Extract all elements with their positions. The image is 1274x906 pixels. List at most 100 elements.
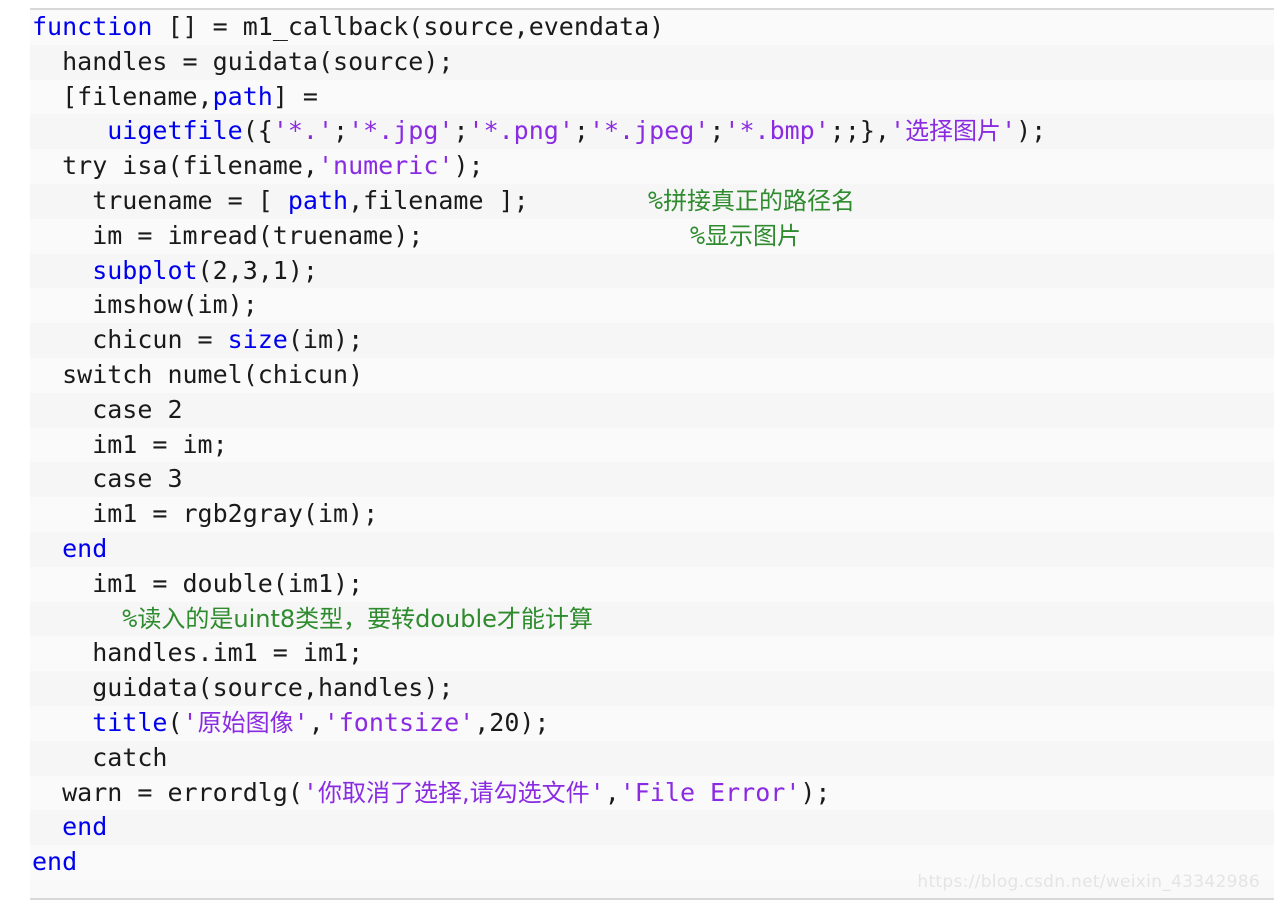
code-token-plain: (2,3,1); xyxy=(197,255,318,285)
code-line-text: case 2 xyxy=(32,394,183,424)
code-line-text: end xyxy=(32,847,77,876)
code-token-str: 'File Error' xyxy=(619,777,801,807)
code-line-text: handles = guidata(source); xyxy=(32,47,453,76)
code-line-text: subplot(2,3,1); xyxy=(32,256,318,285)
code-token-plain: ;;}, xyxy=(829,116,890,146)
comment-marker: % xyxy=(690,220,706,250)
code-line-text: warn = errordlg('你取消了选择,请勾选文件','File Err… xyxy=(32,778,830,807)
code-line-text: im1 = double(im1); xyxy=(32,569,363,598)
code-token-str-cjk: 原始图像 xyxy=(197,708,294,737)
code-token-plain: im1 = rgb2gray(im); xyxy=(92,499,379,529)
code-token-plain: chicun = xyxy=(92,325,228,355)
code-line: function [] = m1_callback(source,evendat… xyxy=(30,10,1274,45)
code-token-cmt: % xyxy=(122,603,138,633)
code-line: handles = guidata(source); xyxy=(30,44,1274,80)
code-line-text: case 3 xyxy=(32,464,183,494)
code-token-plain: switch numel(chicun) xyxy=(62,359,364,389)
code-token-plain: handles = guidata(source); xyxy=(62,46,454,76)
code-token-plain: (im); xyxy=(287,325,364,355)
code-line: chicun = size(im); xyxy=(30,323,1274,358)
code-token-plain: ; xyxy=(333,116,349,146)
code-token-str: '*.png' xyxy=(468,116,574,146)
code-line-text: imshow(im); xyxy=(32,290,258,319)
bottom-rule xyxy=(30,898,1274,900)
code-line: end xyxy=(30,810,1274,846)
code-line: title('原始图像','fontsize',20); xyxy=(30,705,1274,741)
code-token-plain: ,filename ]; xyxy=(348,185,529,215)
code-token-str: ' xyxy=(589,777,605,807)
code-token-str: '*.' xyxy=(272,116,334,146)
code-line: warn = errordlg('你取消了选择,请勾选文件','File Err… xyxy=(30,775,1274,811)
code-line-text: catch xyxy=(32,743,167,772)
code-line-text: uigetfile({'*.';'*.jpg';'*.png';'*.jpeg'… xyxy=(32,116,1046,145)
code-token-fn: title xyxy=(92,707,168,737)
code-token-plain: ; xyxy=(573,116,589,146)
code-token-plain: case 3 xyxy=(92,464,183,494)
code-token-plain: warn = errordlg( xyxy=(62,777,303,807)
code-token-plain: ({ xyxy=(242,116,273,146)
code-token-str: ' xyxy=(302,777,318,807)
code-token-fn: size xyxy=(227,325,288,355)
code-token-plain: ; xyxy=(453,116,469,146)
code-token-plain: ( xyxy=(167,707,183,737)
code-token-str-cjk: 选择图片 xyxy=(905,117,1002,146)
code-token-plain: imshow(im); xyxy=(92,290,258,320)
code-line: im = imread(truename); %显示图片 xyxy=(30,218,1274,254)
code-token-plain: handles.im1 = im1; xyxy=(92,638,364,668)
code-line-text: %读入的是uint8类型，要转double才能计算 xyxy=(32,604,593,633)
code-token-str-cjk: 你取消了选择,请勾选文件 xyxy=(317,778,590,807)
code-token-plain: ); xyxy=(453,151,484,181)
code-token-plain: im1 = double(im1); xyxy=(92,568,364,598)
code-token-str: ' xyxy=(890,116,906,146)
code-token-cmt-cjk: 读入的是uint8类型，要转double才能计算 xyxy=(137,604,593,633)
code-line-text: try isa(filename,'numeric'); xyxy=(32,151,484,181)
code-line-text: title('原始图像','fontsize',20); xyxy=(32,708,549,737)
code-token-plain: case 2 xyxy=(92,394,183,424)
code-line: case 3 xyxy=(30,462,1274,498)
code-line-text: [filename,path] = xyxy=(32,82,318,111)
code-line: try isa(filename,'numeric'); xyxy=(30,149,1274,184)
code-token-plain: guidata(source,handles); xyxy=(92,673,454,703)
code-token-plain: im = imread(truename); xyxy=(92,220,424,250)
code-line: uigetfile({'*.';'*.jpg';'*.png';'*.jpeg'… xyxy=(30,114,1274,150)
code-line: im1 = rgb2gray(im); xyxy=(30,497,1274,532)
comment-text: 拼接真正的路径名 xyxy=(663,186,856,215)
code-line: [filename,path] = xyxy=(30,79,1274,115)
code-token-str: ' xyxy=(182,707,198,737)
code-token-str: ' xyxy=(293,707,309,737)
code-line: handles.im1 = im1; xyxy=(30,636,1274,672)
code-token-str: '*.bmp' xyxy=(724,116,830,146)
code-token-plain: , xyxy=(308,707,324,737)
code-token-fn: path xyxy=(287,185,349,215)
code-token-plain: catch xyxy=(92,742,168,772)
comment-marker: % xyxy=(648,185,664,215)
code-line: im1 = double(im1); xyxy=(30,566,1274,602)
code-token-kw: end xyxy=(62,533,108,563)
code-line-text: function [] = m1_callback(source,evendat… xyxy=(32,12,664,41)
code-line: %读入的是uint8类型，要转double才能计算 xyxy=(30,601,1274,637)
code-token-str: '*.jpeg' xyxy=(588,116,710,146)
code-line-text: chicun = size(im); xyxy=(32,325,363,354)
code-line: imshow(im); xyxy=(30,288,1274,324)
code-token-str: 'fontsize' xyxy=(323,707,475,737)
code-line: guidata(source,handles); xyxy=(30,671,1274,706)
code-line-text: handles.im1 = im1; xyxy=(32,638,363,667)
code-line-text: im1 = im; xyxy=(32,429,228,459)
code-token-fn: uigetfile xyxy=(92,116,243,146)
code-line-text: truename = [ path,filename ]; xyxy=(32,186,529,215)
code-token-kw: function xyxy=(32,12,153,41)
watermark-url: https://blog.csdn.net/weixin_43342986 xyxy=(917,872,1260,892)
code-line: catch xyxy=(30,740,1274,776)
code-token-fn: path xyxy=(212,81,273,111)
code-line: subplot(2,3,1); xyxy=(30,253,1274,289)
code-token-plain: ] = xyxy=(272,81,318,111)
code-token-str: ' xyxy=(1001,116,1017,146)
code-line-text: end xyxy=(32,812,107,841)
code-token-plain: , xyxy=(604,777,620,807)
code-token-plain: ); xyxy=(1016,116,1047,146)
code-line-text: switch numel(chicun) xyxy=(32,360,363,389)
code-token-plain: truename = [ xyxy=(92,185,288,215)
code-token-plain: [] = m1_callback(source,evendata) xyxy=(152,12,665,41)
code-token-plain: im1 = im; xyxy=(92,429,228,459)
code-line-text: im1 = rgb2gray(im); xyxy=(32,499,378,528)
